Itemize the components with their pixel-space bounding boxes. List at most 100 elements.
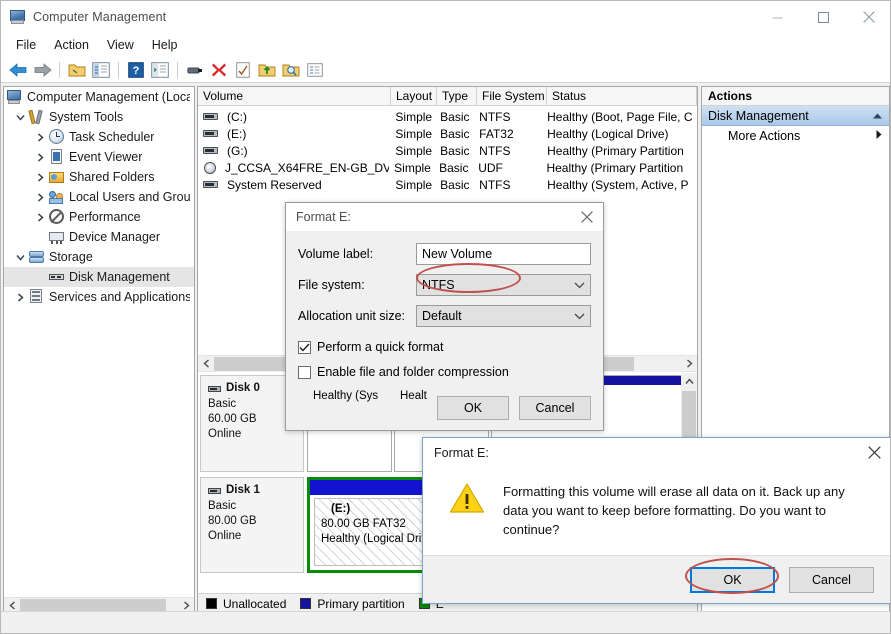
column-file-system[interactable]: File System bbox=[477, 87, 547, 105]
column-status[interactable]: Status bbox=[547, 87, 697, 105]
cell-volume: J_CCSA_X64FRE_EN-GB_DV5 (D:) bbox=[225, 160, 390, 175]
cell-file-system: NTFS bbox=[479, 109, 511, 124]
menu-action[interactable]: Action bbox=[45, 35, 98, 55]
tree-item-shared-folders[interactable]: Shared Folders bbox=[4, 167, 194, 187]
services-icon bbox=[28, 288, 46, 306]
export-list-icon[interactable] bbox=[256, 59, 278, 81]
tree-item-system-tools[interactable]: System Tools bbox=[4, 107, 194, 127]
actions-item-more-actions[interactable]: More Actions bbox=[702, 126, 889, 146]
tree-item-storage[interactable]: Storage bbox=[4, 247, 194, 267]
column-layout[interactable]: Layout bbox=[391, 87, 437, 105]
toolbar-separator bbox=[118, 61, 119, 78]
quick-format-checkbox-row[interactable]: Perform a quick format bbox=[298, 337, 591, 357]
compression-checkbox-row[interactable]: Enable file and folder compression bbox=[298, 362, 591, 382]
cell-type: Basic bbox=[440, 143, 470, 158]
cell-volume: (C:) bbox=[227, 109, 247, 124]
disk-size: 60.00 GB bbox=[208, 413, 257, 425]
warning-dialog-title-bar: Format E: bbox=[423, 438, 890, 468]
scroll-up-icon[interactable] bbox=[681, 373, 697, 389]
warning-triangle-icon bbox=[449, 482, 485, 514]
format-dialog-title-bar: Format E: bbox=[286, 203, 603, 231]
show-hide-action-pane-icon[interactable] bbox=[149, 59, 171, 81]
warning-dialog-buttons: OK Cancel bbox=[423, 555, 890, 603]
chevron-down-icon[interactable] bbox=[12, 247, 28, 267]
chevron-up-icon[interactable] bbox=[872, 109, 883, 123]
chevron-down-icon[interactable] bbox=[574, 278, 585, 292]
volume-label-input[interactable]: New Volume bbox=[416, 243, 591, 265]
open-folder-icon[interactable] bbox=[66, 59, 88, 81]
event-viewer-icon bbox=[48, 148, 66, 166]
show-hide-console-tree-icon[interactable] bbox=[90, 59, 112, 81]
maximize-icon[interactable] bbox=[800, 1, 846, 33]
menu-view[interactable]: View bbox=[98, 35, 143, 55]
chevron-right-icon[interactable] bbox=[32, 127, 48, 147]
computer-management-icon bbox=[10, 9, 26, 25]
chevron-right-icon[interactable] bbox=[12, 287, 28, 307]
tree-item-disk-management[interactable]: Disk Management bbox=[4, 267, 194, 287]
tree-item-event-viewer[interactable]: Event Viewer bbox=[4, 147, 194, 167]
chevron-right-icon[interactable] bbox=[875, 129, 883, 143]
table-row[interactable]: (E:) Simple Basic FAT32 Healthy (Logical… bbox=[198, 125, 697, 142]
rescan-disks-icon[interactable] bbox=[184, 59, 206, 81]
menu-bar: File Action View Help bbox=[1, 33, 890, 57]
tree-item-local-users-and-groups[interactable]: Local Users and Groups bbox=[4, 187, 194, 207]
find-icon[interactable] bbox=[280, 59, 302, 81]
chevron-down-icon[interactable] bbox=[574, 309, 585, 323]
table-row[interactable]: System Reserved Simple Basic NTFS Health… bbox=[198, 176, 697, 193]
help-icon[interactable]: ? bbox=[125, 59, 147, 81]
table-row[interactable]: J_CCSA_X64FRE_EN-GB_DV5 (D:) Simple Basi… bbox=[198, 159, 697, 176]
table-row[interactable]: (C:) Simple Basic NTFS Healthy (Boot, Pa… bbox=[198, 108, 697, 125]
forward-arrow-icon[interactable] bbox=[31, 59, 53, 81]
scroll-left-icon[interactable] bbox=[198, 356, 214, 372]
toolbar-separator bbox=[177, 61, 178, 78]
chevron-down-icon[interactable] bbox=[12, 107, 28, 127]
tree-label: Device Manager bbox=[69, 230, 161, 244]
tree-item-device-manager[interactable]: Device Manager bbox=[4, 227, 194, 247]
disk-info-panel[interactable]: Disk 1 Basic 80.00 GB Online bbox=[200, 477, 304, 573]
chevron-right-icon[interactable] bbox=[32, 147, 48, 167]
format-cancel-button[interactable]: Cancel bbox=[519, 396, 591, 420]
column-volume[interactable]: Volume bbox=[198, 87, 391, 105]
actions-header-disk-management[interactable]: Disk Management bbox=[702, 106, 889, 126]
tree-item-task-scheduler[interactable]: Task Scheduler bbox=[4, 127, 194, 147]
close-icon[interactable] bbox=[846, 1, 890, 33]
compression-checkbox[interactable] bbox=[298, 365, 311, 379]
properties-icon[interactable] bbox=[232, 59, 254, 81]
cell-file-system: UDF bbox=[478, 160, 503, 175]
device-manager-icon bbox=[48, 228, 66, 246]
file-system-label: File system: bbox=[298, 278, 365, 292]
delete-icon[interactable] bbox=[208, 59, 230, 81]
warning-ok-button[interactable]: OK bbox=[690, 566, 775, 593]
disk-kind: Basic bbox=[208, 500, 237, 512]
file-system-combo[interactable]: NTFS bbox=[416, 274, 591, 296]
quick-format-checkbox[interactable] bbox=[298, 340, 311, 354]
close-icon[interactable] bbox=[858, 438, 890, 466]
tree-label: Local Users and Groups bbox=[69, 190, 190, 204]
tree-item-services-and-applications[interactable]: Services and Applications bbox=[4, 287, 194, 307]
chevron-right-icon[interactable] bbox=[32, 207, 48, 227]
tree-item-performance[interactable]: Performance bbox=[4, 207, 194, 227]
tree-item-computer-management[interactable]: Computer Management (Local bbox=[4, 87, 194, 107]
cell-status: Healthy (Logical Drive) bbox=[547, 126, 669, 141]
menu-file[interactable]: File bbox=[7, 35, 45, 55]
warning-dialog-title: Format E: bbox=[434, 446, 489, 460]
scroll-right-icon[interactable] bbox=[681, 356, 697, 372]
cell-status: Healthy (System, Active, P bbox=[547, 177, 689, 192]
cell-type: Basic bbox=[440, 126, 470, 141]
warning-cancel-button[interactable]: Cancel bbox=[789, 566, 874, 593]
format-dialog-body: Volume label: New Volume File system: NT… bbox=[286, 243, 603, 382]
back-arrow-icon[interactable] bbox=[7, 59, 29, 81]
details-icon[interactable] bbox=[304, 59, 326, 81]
table-row[interactable]: (G:) Simple Basic NTFS Healthy (Primary … bbox=[198, 142, 697, 159]
computer-icon bbox=[6, 88, 24, 106]
volume-label-row: Volume label: New Volume bbox=[298, 243, 591, 265]
legend-swatch-unallocated bbox=[206, 598, 217, 609]
chevron-right-icon[interactable] bbox=[32, 167, 48, 187]
column-type[interactable]: Type bbox=[437, 87, 477, 105]
close-icon[interactable] bbox=[571, 203, 603, 231]
minimize-icon[interactable] bbox=[754, 1, 800, 33]
allocation-unit-combo[interactable]: Default bbox=[416, 305, 591, 327]
chevron-right-icon[interactable] bbox=[32, 187, 48, 207]
menu-help[interactable]: Help bbox=[143, 35, 187, 55]
cell-file-system: NTFS bbox=[479, 143, 511, 158]
